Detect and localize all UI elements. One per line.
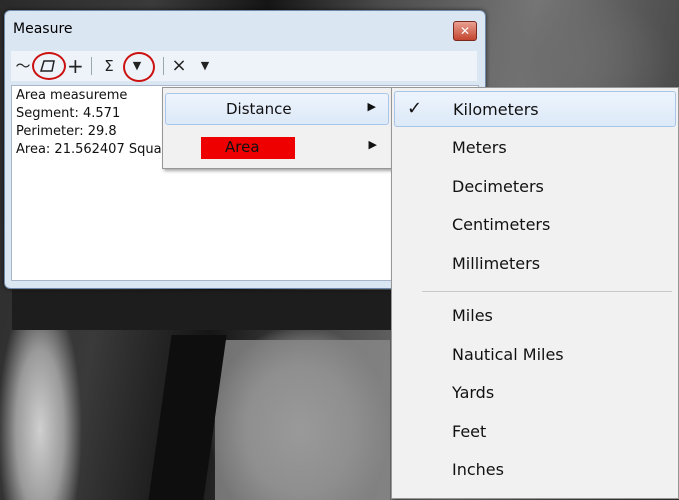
submenu-item-label: Meters xyxy=(452,138,507,157)
close-icon: ✕ xyxy=(459,24,471,38)
menu-item-area[interactable]: Area ▶ xyxy=(165,132,389,162)
units-menu: Distance ▶ Area ▶ xyxy=(162,87,392,169)
menu-item-label: Area xyxy=(225,138,260,156)
submenu-item-label: Nautical Miles xyxy=(452,345,564,364)
measure-line-icon[interactable]: 〜 xyxy=(15,55,31,77)
measure-feature-icon[interactable]: + xyxy=(67,55,84,77)
map-dark-strip xyxy=(12,290,392,330)
submenu-item-feet[interactable]: Feet xyxy=(394,414,676,448)
results-line-2: Segment: 4.571 xyxy=(16,106,121,121)
submenu-item-yards[interactable]: Yards xyxy=(394,375,676,409)
results-line-1: Area measureme xyxy=(16,88,128,103)
results-line-3: Perimeter: 29.8 xyxy=(16,124,117,139)
submenu-item-label: Yards xyxy=(452,383,495,402)
distance-units-submenu: ✓ Kilometers Meters Decimeters Centimete… xyxy=(391,87,679,499)
toolbar-separator xyxy=(163,57,164,75)
title-bar[interactable]: Measure ✕ xyxy=(5,11,485,45)
submenu-item-inches[interactable]: Inches xyxy=(394,452,676,486)
submenu-item-miles[interactable]: Miles xyxy=(394,298,676,332)
submenu-item-meters[interactable]: Meters xyxy=(394,130,676,164)
units-dropdown-highlight-ring xyxy=(123,52,155,82)
submenu-item-nautical-miles[interactable]: Nautical Miles xyxy=(394,337,676,371)
menu-separator xyxy=(422,291,672,292)
measure-toolbar: 〜 + Σ ▼ × ▼ xyxy=(11,51,477,82)
submenu-item-label: Kilometers xyxy=(453,100,539,119)
submenu-item-label: Millimeters xyxy=(452,254,541,273)
toolbar-separator xyxy=(91,57,92,75)
submenu-item-decimeters[interactable]: Decimeters xyxy=(394,169,676,203)
submenu-item-millimeters[interactable]: Millimeters xyxy=(394,246,676,280)
map-land-area xyxy=(215,340,390,500)
submenu-arrow-icon: ▶ xyxy=(367,100,376,113)
close-button[interactable]: ✕ xyxy=(453,21,477,41)
window-title: Measure xyxy=(13,21,73,37)
menu-item-distance[interactable]: Distance ▶ xyxy=(165,93,389,125)
submenu-item-centimeters[interactable]: Centimeters xyxy=(394,207,676,241)
options-dropdown-button[interactable]: ▼ xyxy=(195,55,215,77)
menu-item-label: Distance xyxy=(226,100,292,118)
sum-icon[interactable]: Σ xyxy=(101,55,117,77)
submenu-item-label: Inches xyxy=(452,460,504,479)
submenu-item-label: Feet xyxy=(452,422,487,441)
checkmark-icon: ✓ xyxy=(407,98,423,119)
clear-icon[interactable]: × xyxy=(171,55,187,77)
submenu-item-label: Miles xyxy=(452,306,493,325)
submenu-item-label: Decimeters xyxy=(452,177,544,196)
submenu-arrow-icon: ▶ xyxy=(368,138,377,151)
submenu-item-label: Centimeters xyxy=(452,215,551,234)
area-button-highlight-ring xyxy=(32,52,66,80)
submenu-item-kilometers[interactable]: ✓ Kilometers xyxy=(394,91,676,127)
